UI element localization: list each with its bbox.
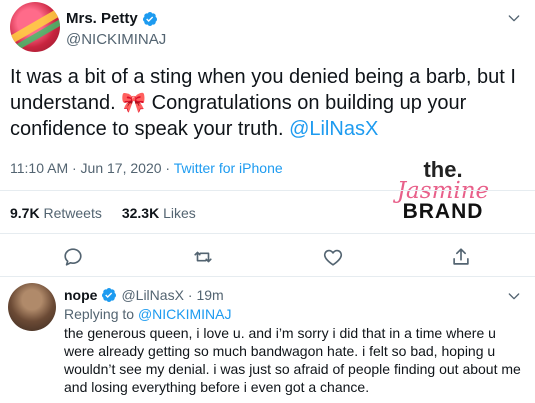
author-name-row[interactable]: Mrs. Petty <box>66 10 158 27</box>
likes-label: Likes <box>163 205 196 221</box>
reply-text: the generous queen, i love u. and i’m so… <box>64 325 521 395</box>
retweets-count: 9.7K <box>10 205 40 221</box>
tweet-stats: 9.7K Retweets 32.3K Likes <box>10 205 196 221</box>
action-bar <box>0 240 535 274</box>
reply-header: nope @LilNasX · 19m <box>64 287 224 303</box>
retweets-stat[interactable]: 9.7K Retweets <box>10 205 102 221</box>
replying-to: Replying to @NICKIMINAJ <box>64 306 232 322</box>
tweet-timestamp[interactable]: 11:10 AM · Jun 17, 2020 · <box>10 160 174 176</box>
tweet-source-link[interactable]: Twitter for iPhone <box>174 160 283 176</box>
watermark-line1: the. <box>423 157 463 182</box>
author-handle[interactable]: @NICKIMINAJ <box>66 31 166 48</box>
replying-to-prefix: Replying to <box>64 306 138 322</box>
retweets-label: Retweets <box>43 205 102 221</box>
verified-badge-icon <box>102 288 117 302</box>
author-avatar[interactable] <box>10 2 60 52</box>
reply-author-name[interactable]: nope <box>64 287 97 303</box>
share-icon[interactable] <box>450 246 472 268</box>
chevron-down-icon[interactable] <box>506 288 522 304</box>
replying-to-handle[interactable]: @NICKIMINAJ <box>138 306 232 322</box>
watermark-line2: Jasmine <box>396 178 490 204</box>
watermark-line3: BRAND <box>402 200 484 223</box>
watermark-logo: the. Jasmine BRAND <box>388 157 498 223</box>
author-name[interactable]: Mrs. Petty <box>66 10 138 27</box>
verified-badge-icon <box>142 11 157 26</box>
likes-stat[interactable]: 32.3K Likes <box>122 205 196 221</box>
reply-avatar[interactable] <box>8 283 56 331</box>
reply-author-handle[interactable]: @LilNasX <box>121 287 183 303</box>
retweet-icon[interactable] <box>192 246 214 268</box>
tweet-text: It was a bit of a sting when you denied … <box>10 64 525 142</box>
chevron-down-icon[interactable] <box>506 10 522 26</box>
divider <box>0 190 535 191</box>
mention-link[interactable]: @LilNasX <box>289 118 378 140</box>
divider <box>0 276 535 277</box>
like-icon[interactable] <box>322 246 344 268</box>
reply-time[interactable]: · 19m <box>188 287 224 303</box>
ribbon-emoji: 🎀 <box>121 92 147 114</box>
likes-count: 32.3K <box>121 205 160 221</box>
divider <box>0 233 535 234</box>
reply-icon[interactable] <box>62 246 84 268</box>
tweet-meta: 11:10 AM · Jun 17, 2020 · Twitter for iP… <box>10 160 283 176</box>
